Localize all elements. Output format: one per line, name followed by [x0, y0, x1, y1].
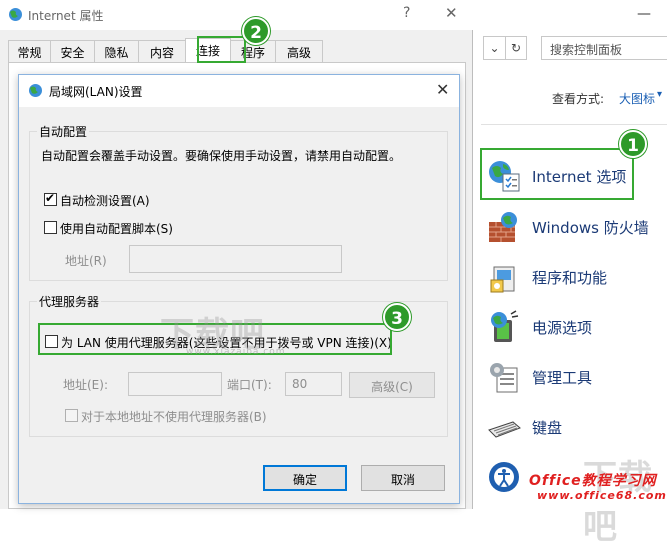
advanced-button[interactable]: 高级(C)	[349, 372, 435, 398]
help-button[interactable]: ?	[403, 5, 410, 21]
step-badge-3: 3	[383, 303, 411, 331]
ok-button[interactable]: 确定	[263, 465, 347, 491]
use-script-checkbox[interactable]	[44, 221, 57, 234]
view-by-label: 查看方式:	[552, 92, 605, 106]
cp-item-label: Windows 防火墙	[532, 218, 649, 237]
dialog-close-button[interactable]: ✕	[436, 80, 449, 99]
watermark-center-url: www.xiazaiba.com	[186, 347, 286, 357]
proxy-address-label: 地址(E):	[63, 378, 108, 392]
power-icon	[487, 310, 521, 344]
title-bar: Internet 属性 ? ✕	[0, 0, 473, 30]
tab-advanced[interactable]: 高级	[275, 40, 323, 62]
programs-icon	[487, 260, 521, 294]
highlight-connections-tab	[197, 36, 246, 63]
cp-item-label: 管理工具	[532, 368, 593, 387]
cp-item-firewall[interactable]: Windows 防火墙	[487, 207, 649, 247]
search-input[interactable]: 搜索控制面板	[541, 36, 667, 60]
checkmark-icon: ✔	[45, 191, 56, 205]
use-script-label[interactable]: 使用自动配置脚本(S)	[60, 220, 173, 237]
dialog-title-bar: 局域网(LAN)设置 ✕	[19, 75, 459, 107]
refresh-icon: ↻	[510, 41, 522, 55]
chevron-down-icon: ⌄	[489, 41, 500, 55]
auto-detect-label[interactable]: 自动检测设置(A)	[60, 192, 150, 209]
address-dropdown-button[interactable]: ⌄	[483, 36, 505, 60]
tab-privacy[interactable]: 隐私	[94, 40, 139, 62]
window-title: Internet 属性	[28, 9, 104, 23]
cp-item-admin-tools[interactable]: 管理工具	[487, 357, 592, 397]
firewall-icon	[487, 210, 521, 244]
watermark-office-brand: Office教程学习网	[529, 473, 657, 489]
divider	[481, 124, 667, 125]
watermark-office-url: www.office68.com	[537, 489, 667, 502]
keyboard-icon	[487, 410, 521, 444]
highlight-internet-options	[480, 148, 634, 200]
close-button[interactable]: ✕	[445, 4, 458, 22]
dialog-title: 局域网(LAN)设置	[49, 85, 143, 99]
cp-item-keyboard[interactable]: 键盘	[487, 407, 562, 447]
address-bar: ⌄ ↻ 搜索控制面板	[473, 36, 667, 62]
tab-security[interactable]: 安全	[50, 40, 95, 62]
auto-config-description: 自动配置会覆盖手动设置。要确保使用手动设置，请禁用自动配置。	[41, 149, 402, 163]
chevron-down-icon: ▾	[657, 89, 663, 100]
globe-icon	[28, 83, 43, 101]
cp-item-label: 键盘	[532, 418, 563, 437]
cp-item-programs[interactable]: 程序和功能	[487, 257, 607, 297]
tab-content[interactable]: 内容	[138, 40, 186, 62]
cp-item-label: 程序和功能	[532, 268, 608, 287]
bypass-local-label[interactable]: 对于本地地址不使用代理服务器(B)	[81, 408, 267, 425]
bypass-local-checkbox[interactable]	[65, 409, 78, 422]
ease-of-access-icon	[487, 460, 521, 494]
proxy-group-title: 代理服务器	[37, 293, 102, 310]
refresh-button[interactable]: ↻	[505, 36, 527, 60]
tab-strip: 常规 安全 隐私 内容 连接 程序 高级	[8, 38, 323, 62]
tab-general[interactable]: 常规	[8, 40, 51, 62]
admin-tools-icon	[487, 360, 521, 394]
proxy-port-label: 端口(T):	[227, 378, 272, 392]
proxy-address-input[interactable]	[128, 372, 222, 396]
proxy-port-input[interactable]: 80	[285, 372, 342, 396]
control-panel-window: — ⌄ ↻ 搜索控制面板 查看方式: 大图标 ▾ Internet 选项 Win…	[472, 0, 667, 509]
lan-settings-dialog: 局域网(LAN)设置 ✕ 自动配置 自动配置会覆盖手动设置。要确保使用手动设置，…	[18, 74, 460, 504]
step-badge-2: 2	[242, 17, 270, 45]
view-by-dropdown[interactable]: 大图标	[619, 90, 655, 107]
script-address-input[interactable]	[129, 245, 342, 273]
auto-detect-checkbox[interactable]: ✔	[44, 191, 57, 206]
step-badge-1: 1	[619, 130, 647, 158]
cp-item-ease-of-access[interactable]	[487, 457, 532, 497]
globe-icon	[8, 7, 23, 25]
minimize-button[interactable]: —	[637, 6, 651, 22]
cancel-button[interactable]: 取消	[361, 465, 445, 491]
cp-item-power[interactable]: 电源选项	[487, 307, 592, 347]
cp-item-label: 电源选项	[532, 318, 593, 337]
script-address-label: 地址(R)	[65, 254, 107, 268]
auto-config-group-title: 自动配置	[37, 123, 90, 140]
